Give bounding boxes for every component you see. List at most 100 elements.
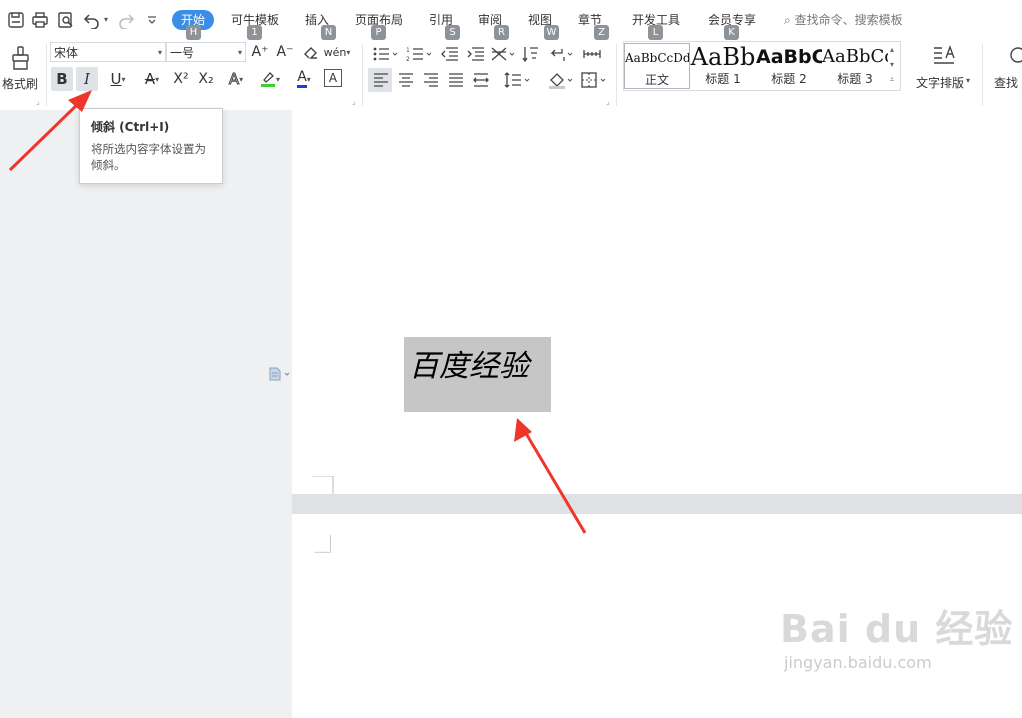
text-effect-button[interactable]: A ▾ (222, 67, 250, 91)
command-search[interactable]: ⌕ 查找命令、搜索模板 (784, 10, 903, 30)
underline-icon: U (110, 70, 122, 88)
paragraph-row-2 (374, 72, 606, 89)
tooltip-description: 将所选内容字体设置为倾斜。 (91, 142, 206, 172)
chevron-down-icon: ▾ (121, 74, 126, 84)
selected-document-text[interactable]: 百度经验 (409, 341, 529, 385)
sort-icon[interactable] (522, 47, 538, 63)
undo-dropdown-icon[interactable]: ▾ (104, 15, 108, 24)
borders-icon[interactable] (581, 72, 606, 88)
decrease-indent-icon[interactable] (441, 47, 458, 61)
home-ribbon: 格式刷 ⌟ 宋体 ▾ 一号 ▾ A⁺ A⁻ wén ▾ B I U ▾ A ▾ X² … (0, 40, 1022, 111)
phonetic-guide-button[interactable]: wén ▾ (323, 42, 351, 62)
justify-icon[interactable] (449, 73, 463, 87)
bold-button[interactable]: B (51, 67, 73, 91)
watermark-url: jingyan.baidu.com (784, 653, 932, 672)
page-corner-mark (314, 535, 331, 553)
divider (362, 44, 363, 106)
keytip-badge: Z (594, 25, 609, 40)
find-label: 查找 (994, 76, 1019, 90)
document-page-1[interactable] (292, 110, 1022, 494)
eraser-icon (304, 47, 317, 59)
underline-button[interactable]: U ▾ (103, 67, 133, 91)
undo-icon[interactable] (82, 10, 102, 30)
keytip-badge: L (648, 25, 663, 40)
format-painter-label: 格式刷 (2, 77, 39, 91)
chinese-layout-icon[interactable] (491, 47, 515, 61)
keytip-badge: N (321, 25, 336, 40)
align-right-icon[interactable] (424, 73, 438, 87)
customize-icon[interactable] (142, 10, 162, 30)
chevron-down-icon: ▾ (346, 47, 351, 57)
print-icon[interactable] (30, 10, 50, 30)
find-icon (1010, 47, 1022, 63)
keytip-badge: H (186, 25, 201, 40)
distribute-icon[interactable] (473, 73, 489, 87)
bold-icon: B (56, 70, 68, 88)
align-left-icon[interactable] (374, 73, 388, 87)
style-preview: AaBbCc (822, 46, 888, 67)
style-2[interactable]: AaBbC 标题 2 (756, 43, 822, 89)
group-expand-icon[interactable]: ⌟ (352, 97, 356, 106)
align-center-icon[interactable] (399, 73, 413, 87)
page-corner-mark (312, 476, 334, 494)
font-color-button[interactable]: A ▾ (289, 67, 319, 91)
divider (982, 44, 983, 106)
search-placeholder: 查找命令、搜索模板 (794, 13, 903, 27)
keytip-badge: S (445, 25, 460, 40)
paragraph-menu-button[interactable] (268, 367, 290, 381)
subscript-button[interactable]: X₂ (195, 67, 217, 91)
chevron-down-icon: ▾ (966, 76, 971, 85)
highlight-button[interactable]: ▾ (255, 67, 285, 91)
keytip-badge: K (724, 25, 739, 40)
style-gallery-scroll[interactable]: ▴ ▾ ⩡ (884, 42, 900, 90)
keytip-badge: 1 (247, 25, 262, 40)
search-icon: ⌕ (784, 13, 791, 27)
group-expand-icon[interactable]: ⌟ (606, 97, 610, 106)
find-replace-button[interactable]: 查找 (990, 42, 1022, 90)
italic-icon: I (84, 70, 90, 88)
font-size-select[interactable]: 一号 ▾ (166, 42, 246, 62)
save-icon[interactable] (6, 10, 26, 30)
document-left-margin (0, 110, 292, 718)
redo-icon[interactable] (116, 10, 136, 30)
style-0[interactable]: AaBbCcDd 正文 (624, 43, 690, 89)
svg-text:2: 2 (406, 56, 410, 63)
bullets-icon[interactable] (373, 47, 398, 61)
text-layout-button[interactable]: 文字排版 ▾ (912, 42, 976, 90)
line-spacing-icon[interactable] (504, 72, 530, 88)
style-preview: AaBbCcDd (625, 51, 689, 65)
shading-icon[interactable] (549, 73, 573, 89)
highlighter-icon (260, 72, 275, 87)
keytip-badge: P (371, 25, 386, 40)
divider (46, 44, 47, 106)
grow-font-button[interactable]: A⁺ (250, 42, 270, 62)
phonetic-icon: wén (323, 45, 347, 59)
print-preview-icon[interactable] (56, 10, 76, 30)
shrink-font-button[interactable]: A⁻ (275, 42, 295, 62)
character-border-button[interactable]: A (324, 69, 342, 87)
italic-button[interactable]: I (76, 67, 98, 91)
paragraph-row-1: 12 (373, 47, 601, 63)
divider (616, 44, 617, 106)
document-icon (269, 367, 290, 381)
page-gap (292, 494, 1022, 514)
style-preview: AaBb (690, 43, 756, 71)
superscript-button[interactable]: X² (170, 67, 192, 91)
clear-format-button[interactable] (301, 43, 321, 63)
increase-indent-icon[interactable] (467, 47, 484, 61)
numbering-icon[interactable]: 12 (406, 47, 432, 63)
font-name-select[interactable]: 宋体 ▾ (50, 42, 166, 62)
style-name: 标题 1 (705, 72, 741, 86)
style-1[interactable]: AaBb 标题 1 (690, 43, 756, 89)
style-name: 标题 2 (771, 72, 807, 86)
chevron-down-icon: ▾ (306, 74, 311, 84)
group-expand-icon[interactable]: ⌟ (36, 97, 40, 106)
style-3[interactable]: AaBbCc 标题 3 (822, 43, 888, 89)
tab-ruler-icon[interactable] (583, 50, 601, 58)
format-painter-button[interactable]: 格式刷 (2, 44, 40, 91)
watermark-brand: Bai du 经验 (780, 607, 1014, 651)
show-marks-icon[interactable] (550, 49, 573, 61)
strikethrough-icon: A (144, 70, 156, 88)
strikethrough-button[interactable]: A ▾ (138, 67, 166, 91)
style-name: 正文 (644, 73, 669, 87)
